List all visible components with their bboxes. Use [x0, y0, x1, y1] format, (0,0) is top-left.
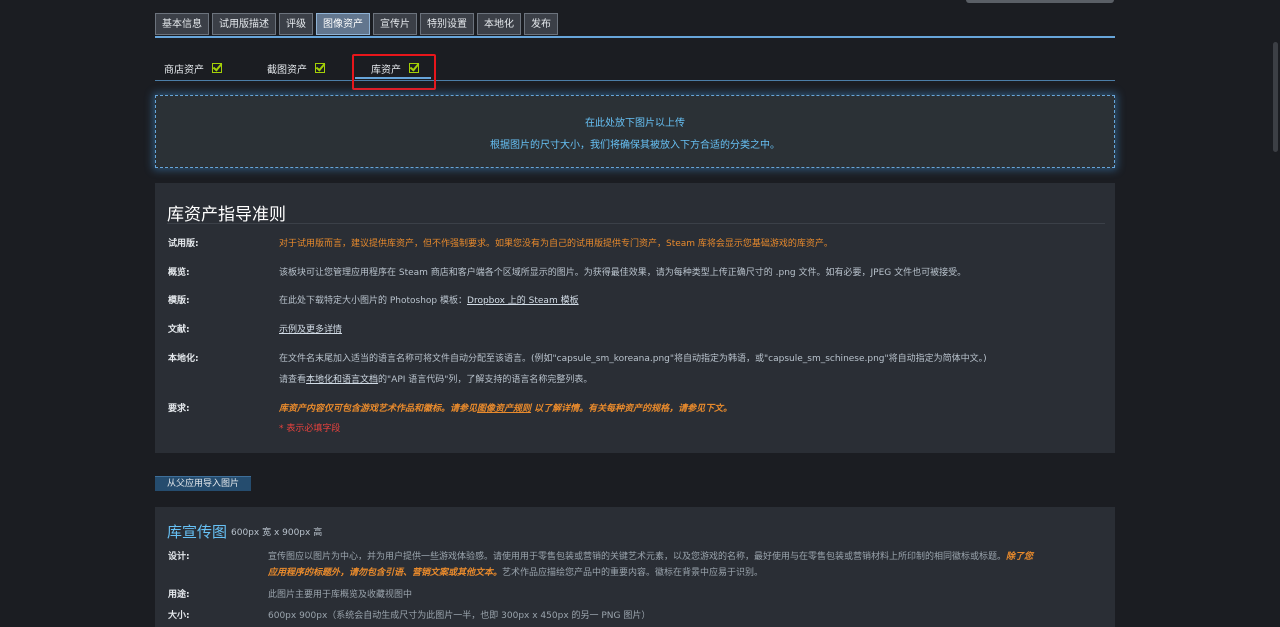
tab-basic-info[interactable]: 基本信息: [155, 13, 209, 35]
import-from-parent-button[interactable]: 从父应用导入图片: [155, 476, 251, 491]
req-post: 以了解详情。有关每种资产的规格，请参见下文。: [531, 404, 733, 414]
tab-graphical-assets[interactable]: 图像资产: [316, 13, 370, 35]
subtab-store-assets[interactable]: 商店资产: [164, 57, 222, 79]
scrollbar-thumb[interactable]: [1273, 42, 1278, 152]
design-text-line1: 宣传图应以图片为中心，并为用户提供一些游戏体验感。请使用用于零售包装或营销的关键…: [268, 549, 1033, 562]
loc-post: 的"API 语言代码"列，了解支持的语言名称完整列表。: [378, 375, 593, 385]
design-em2: 应用程序的标题外，请勿包含引语、营销文案或其他文本。: [268, 568, 503, 578]
docs-row: 示例及更多详情: [279, 322, 342, 335]
localization-label: 本地化:: [168, 354, 199, 364]
template-text: 在此处下载特定大小图片的 Photoshop 模板：: [279, 296, 468, 306]
tab-localization[interactable]: 本地化: [477, 13, 521, 35]
title-divider: [167, 223, 1105, 224]
image-drop-zone[interactable]: 在此处放下图片以上传 根据图片的尺寸大小，我们将确保其被放入下方合适的分类之中。: [155, 95, 1115, 168]
panel-title: 库资产指导准则: [167, 205, 286, 225]
asset-rules-link[interactable]: 图像资产规则: [477, 404, 531, 414]
template-row: 在此处下载特定大小图片的 Photoshop 模板：Dropbox 上的 Ste…: [279, 293, 579, 306]
template-link[interactable]: Dropbox 上的 Steam 模板: [467, 296, 579, 306]
sub-tabs-divider: [155, 80, 1115, 81]
dropzone-hint: 根据图片的尺寸大小，我们将确保其被放入下方合适的分类之中。: [490, 140, 780, 151]
dropzone-instruction: 在此处放下图片以上传: [585, 118, 685, 129]
requirements-row: 库资产内容仅可包含游戏艺术作品和徽标。请参见图像资产规则 以了解详情。有关每种资…: [279, 401, 732, 414]
req-pre: 库资产内容仅可包含游戏艺术作品和徽标。请参见: [279, 404, 478, 414]
checkmark-icon: [212, 63, 222, 73]
tab-publish[interactable]: 发布: [524, 13, 558, 35]
subtab-screenshot-assets[interactable]: 截图资产: [267, 57, 325, 79]
design-pre: 宣传图应以图片为中心，并为用户提供一些游戏体验感。请使用用于零售包装或营销的关键…: [268, 552, 1007, 562]
page-scrollbar[interactable]: [1271, 0, 1280, 619]
docs-link[interactable]: 示例及更多详情: [279, 325, 342, 335]
overview-text: 该板块可让您管理应用程序在 Steam 商店和客户端各个区域所显示的图片。为获得…: [279, 268, 967, 278]
capsule-title: 库宣传图: [167, 523, 228, 541]
required-field-note: * 表示必填字段: [279, 424, 341, 434]
overview-label: 概览:: [168, 268, 190, 278]
tab-rating[interactable]: 评级: [279, 13, 313, 35]
design-text-line2: 应用程序的标题外，请勿包含引语、营销文案或其他文本。艺术作品应描绘您产品中的重要…: [268, 565, 763, 578]
localization-text: 在文件名末尾加入适当的语言名称可将文件自动分配至该语言。(例如"capsule_…: [279, 354, 987, 364]
usage-text: 此图片主要用于库概览及收藏视图中: [268, 590, 413, 600]
design-label: 设计:: [168, 552, 190, 562]
top-dropdown-edge[interactable]: [966, 0, 1114, 3]
checkmark-icon: [315, 63, 325, 73]
docs-label: 文献:: [168, 325, 190, 335]
loc-pre: 请查看: [279, 375, 307, 385]
main-tabs: 基本信息 试用版描述 评级 图像资产 宣传片 特别设置 本地化 发布: [155, 13, 558, 35]
capsule-dimensions: 600px 宽 x 900px 高: [231, 528, 323, 538]
trial-label: 试用版:: [168, 239, 199, 249]
size-label: 大小:: [168, 611, 190, 621]
design-em1: 除了您: [1006, 552, 1034, 562]
annotation-highlight-box: [352, 54, 436, 90]
subtab-label: 商店资产: [164, 64, 204, 76]
requirements-label: 要求:: [168, 404, 190, 414]
localization-doc-row: 请查看本地化和语言文档的"API 语言代码"列，了解支持的语言名称完整列表。: [279, 372, 592, 385]
library-capsule-panel: 库宣传图 600px 宽 x 900px 高 设计: 宣传图应以图片为中心，并为…: [155, 507, 1115, 627]
localization-doc-link[interactable]: 本地化和语言文档: [306, 375, 378, 385]
subtab-label: 截图资产: [267, 64, 307, 76]
tab-trial-description[interactable]: 试用版描述: [212, 13, 276, 35]
usage-label: 用途:: [168, 590, 190, 600]
main-tabs-divider: [155, 36, 1115, 38]
library-guidelines-panel: 库资产指导准则 试用版: 对于试用版而言，建议提供库资产，但不作强制要求。如果您…: [155, 183, 1115, 453]
tab-trailers[interactable]: 宣传片: [373, 13, 417, 35]
template-label: 模版:: [168, 296, 190, 306]
tab-special-settings[interactable]: 特别设置: [420, 13, 474, 35]
size-text: 600px 900px（系统会自动生成尺寸为此图片一半，也即 300px x 4…: [268, 611, 651, 621]
design-post: 艺术作品应描绘您产品中的重要内容。徽标在背景中应易于识别。: [502, 568, 764, 578]
trial-text: 对于试用版而言，建议提供库资产，但不作强制要求。如果您没有为自己的试用版提供专门…: [279, 239, 833, 249]
